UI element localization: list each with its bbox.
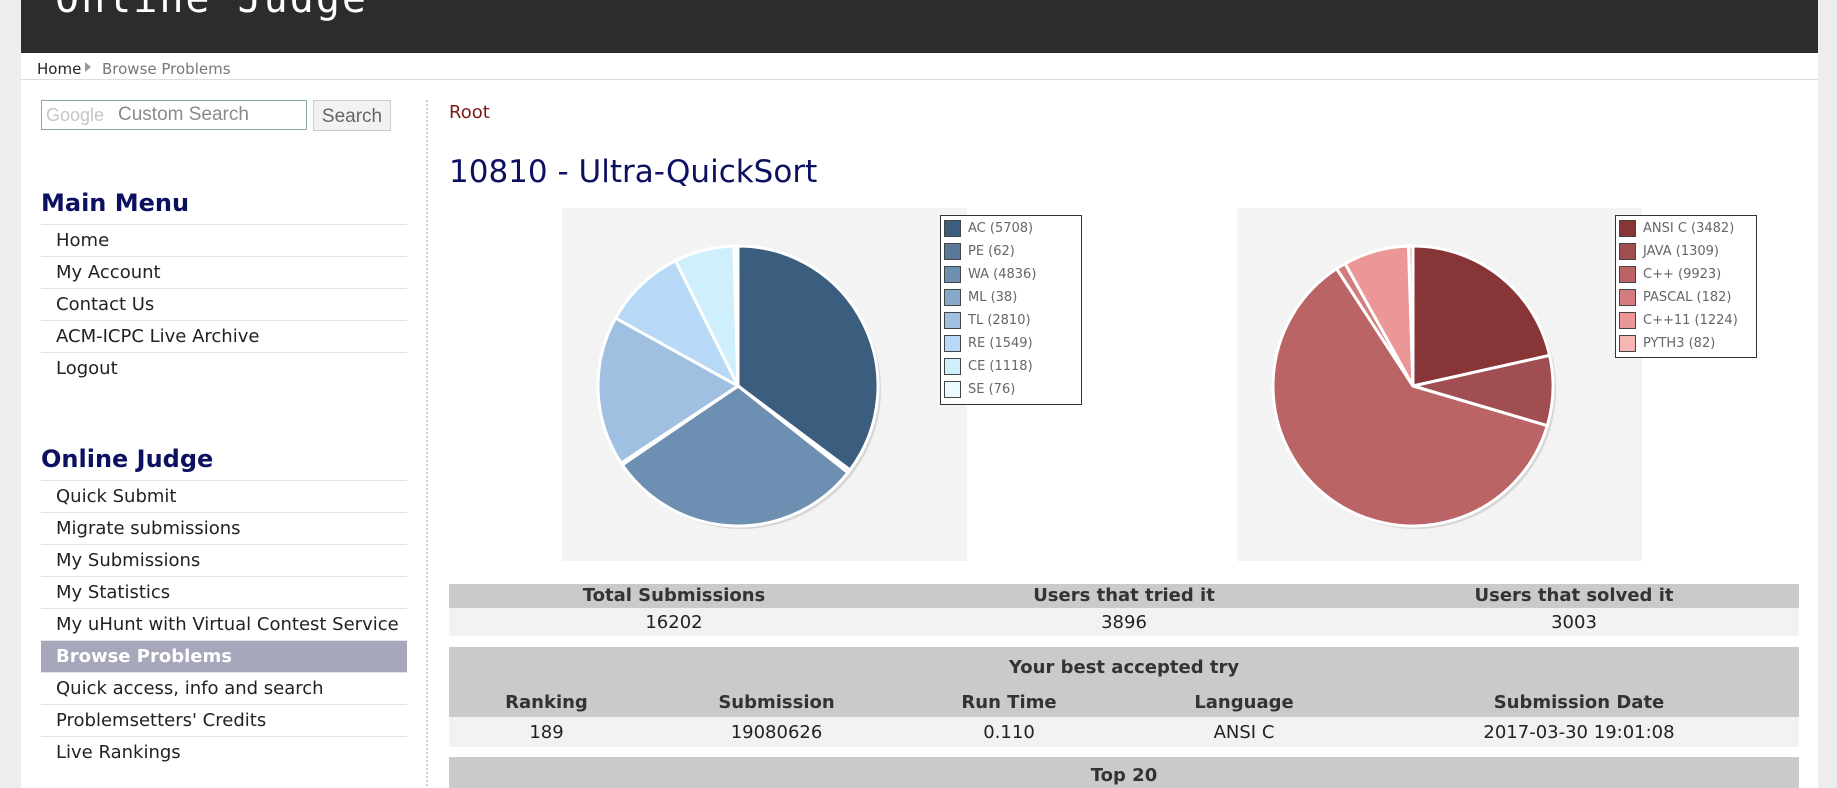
language-chart xyxy=(1237,208,1642,561)
search-placeholder: Custom Search xyxy=(118,104,249,125)
users-solved-header: Users that solved it xyxy=(1474,585,1674,606)
run-time-header: Run Time xyxy=(961,692,1057,713)
sidebar-divider xyxy=(426,100,428,788)
breadcrumb-home-link[interactable]: Home xyxy=(37,60,81,78)
stats-header-row: Total Submissions Users that tried it Us… xyxy=(449,584,1799,608)
online-judge-menu: Quick Submit Migrate submissions My Submis… xyxy=(41,480,407,768)
legend-swatch xyxy=(944,335,961,352)
online-judge-menu-item[interactable]: Problemsetters' Credits xyxy=(41,704,407,736)
legend-swatch xyxy=(944,381,961,398)
users-solved-value: 3003 xyxy=(1551,612,1597,633)
best-try-row: 189 19080626 0.110 ANSI C 2017-03-30 19:… xyxy=(449,717,1799,747)
legend-label: RE (1549) xyxy=(968,336,1033,351)
users-tried-value: 3896 xyxy=(1101,612,1147,633)
submission-value[interactable]: 19080626 xyxy=(644,722,909,743)
total-submissions-header: Total Submissions xyxy=(582,585,766,606)
legend-swatch xyxy=(944,358,961,375)
root-link[interactable]: Root xyxy=(449,102,490,123)
legend-swatch xyxy=(1619,220,1636,237)
online-judge-menu-title: Online Judge xyxy=(41,445,214,473)
legend-label: PE (62) xyxy=(968,244,1015,259)
search-input[interactable]: Google Custom Search xyxy=(41,100,307,130)
breadcrumb-arrow-icon xyxy=(85,62,91,72)
main-menu: Home My Account Contact Us ACM-ICPC Live Ar… xyxy=(41,224,407,384)
legend-label: PYTH3 (82) xyxy=(1643,336,1716,351)
problem-title: 10810 - Ultra-QuickSort xyxy=(449,154,818,190)
online-judge-menu-item[interactable]: Quick Submit xyxy=(41,480,407,512)
online-judge-menu-item[interactable]: My Statistics xyxy=(41,576,407,608)
legend-label: PASCAL (182) xyxy=(1643,290,1732,305)
language-legend: ANSI C (3482) JAVA (1309) C++ (9923) PASCAL… xyxy=(1615,215,1757,358)
legend-label: C++11 (1224) xyxy=(1643,313,1738,328)
legend-swatch xyxy=(944,312,961,329)
online-judge-menu-item[interactable]: Live Rankings xyxy=(41,736,407,768)
verdict-legend: AC (5708) PE (62) WA (4836) ML (38) TL (2810… xyxy=(940,215,1082,405)
legend-label: C++ (9923) xyxy=(1643,267,1722,282)
legend-swatch xyxy=(1619,335,1636,352)
best-try-header: Your best accepted try Ranking Submissio… xyxy=(449,647,1799,717)
legend-swatch xyxy=(1619,266,1636,283)
total-submissions-value: 16202 xyxy=(645,612,703,633)
online-judge-menu-item[interactable]: Migrate submissions xyxy=(41,512,407,544)
top20-header: Top 20 xyxy=(449,757,1799,788)
site-header: Online Judge xyxy=(21,0,1818,53)
legend-label: TL (2810) xyxy=(968,313,1031,328)
run-time-value: 0.110 xyxy=(983,722,1035,743)
breadcrumb-current: Browse Problems xyxy=(102,60,231,78)
verdict-pie xyxy=(596,244,881,529)
legend-swatch xyxy=(1619,312,1636,329)
users-tried-header: Users that tried it xyxy=(1033,585,1215,606)
site-title[interactable]: Online Judge xyxy=(55,0,368,22)
legend-label: JAVA (1309) xyxy=(1643,244,1719,259)
google-logo: Google xyxy=(46,105,105,125)
online-judge-menu-item[interactable]: Browse Problems xyxy=(41,640,407,672)
legend-label: CE (1118) xyxy=(968,359,1033,374)
language-header: Language xyxy=(1194,692,1294,713)
best-try-title: Your best accepted try xyxy=(1008,657,1240,678)
main-menu-title: Main Menu xyxy=(41,189,190,217)
legend-label: AC (5708) xyxy=(968,221,1034,236)
language-value: ANSI C xyxy=(1213,722,1275,743)
submission-date-header: Submission Date xyxy=(1493,692,1665,713)
top20-title: Top 20 xyxy=(1090,765,1158,786)
main-menu-item[interactable]: My Account xyxy=(41,256,407,288)
main-menu-item[interactable]: Contact Us xyxy=(41,288,407,320)
ranking-value: 189 xyxy=(529,722,564,743)
main-menu-item[interactable]: Logout xyxy=(41,352,407,384)
main-menu-item[interactable]: ACM-ICPC Live Archive xyxy=(41,320,407,352)
legend-label: ANSI C (3482) xyxy=(1643,221,1735,236)
legend-swatch xyxy=(1619,289,1636,306)
verdict-chart xyxy=(562,208,967,561)
submission-header: Submission xyxy=(718,692,835,713)
stats-value-row: 16202 3896 3003 xyxy=(449,608,1799,636)
legend-swatch xyxy=(944,289,961,306)
submission-date-value: 2017-03-30 19:01:08 xyxy=(1483,722,1675,743)
language-pie xyxy=(1271,244,1556,529)
legend-label: WA (4836) xyxy=(968,267,1037,282)
page: Online Judge Home Browse Problems Google… xyxy=(21,0,1818,788)
legend-swatch xyxy=(944,266,961,283)
ranking-header: Ranking xyxy=(505,692,588,713)
main-menu-item[interactable]: Home xyxy=(41,224,407,256)
legend-label: ML (38) xyxy=(968,290,1018,305)
breadcrumb: Home Browse Problems xyxy=(21,53,1818,80)
legend-label: SE (76) xyxy=(968,382,1016,397)
online-judge-menu-item[interactable]: My uHunt with Virtual Contest Service xyxy=(41,608,407,640)
legend-swatch xyxy=(944,243,961,260)
online-judge-menu-item[interactable]: Quick access, info and search xyxy=(41,672,407,704)
online-judge-menu-item[interactable]: My Submissions xyxy=(41,544,407,576)
search-button[interactable]: Search xyxy=(313,100,391,131)
legend-swatch xyxy=(1619,243,1636,260)
legend-swatch xyxy=(944,220,961,237)
